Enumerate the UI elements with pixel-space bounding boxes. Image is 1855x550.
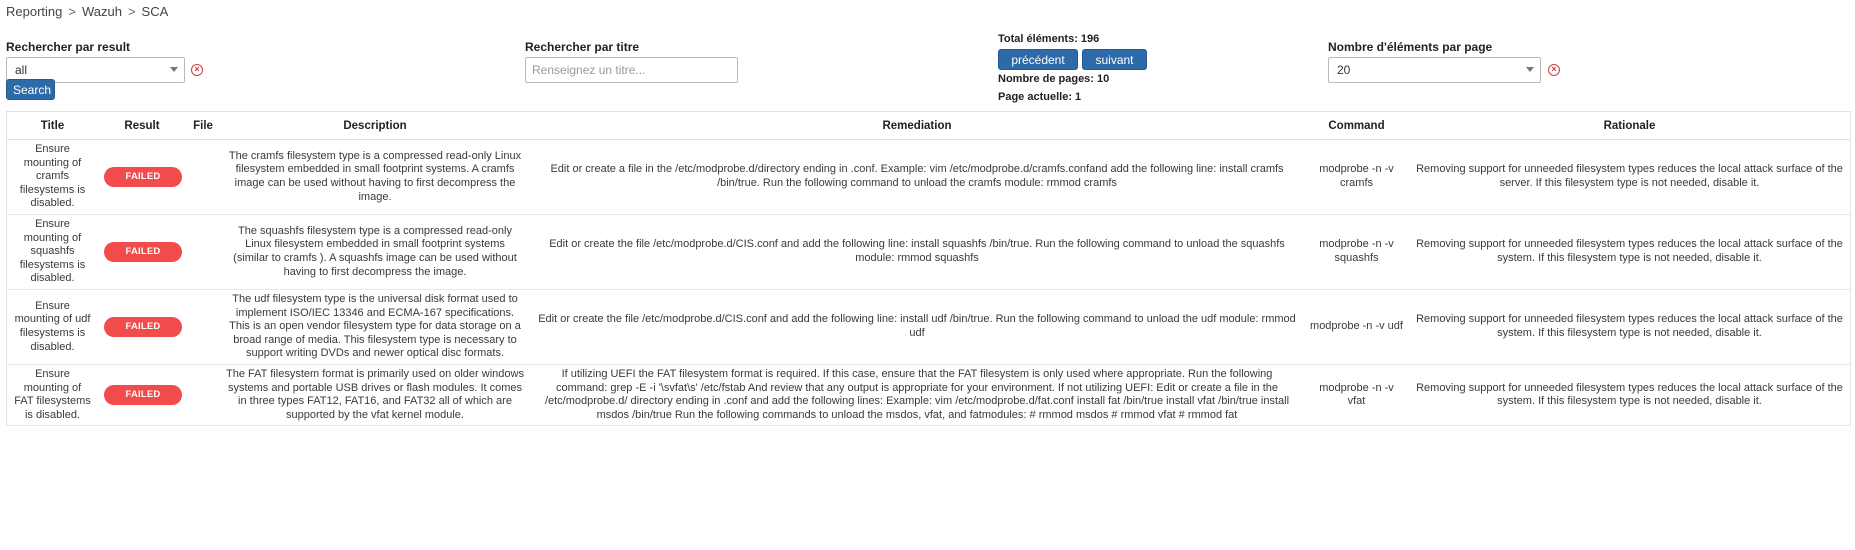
table-header-row: Title Result File Description Remediatio… (7, 112, 1850, 140)
table-row: Ensure mounting of cramfs filesystems is… (7, 139, 1850, 215)
cell-result: FAILED (98, 364, 186, 427)
cell-result: FAILED (98, 139, 186, 215)
cell-rationale: Removing support for unneeded filesystem… (1409, 289, 1850, 365)
breadcrumb-separator: > (127, 4, 136, 19)
previous-page-button[interactable]: précédent (998, 49, 1078, 70)
breadcrumb: Reporting > Wazuh > SCA (6, 4, 168, 19)
cell-remediation: Edit or create a file in the /etc/modpro… (530, 139, 1304, 215)
search-button[interactable]: Search (6, 79, 55, 100)
chevron-down-icon (1526, 67, 1534, 72)
sca-results-table: Title Result File Description Remediatio… (7, 112, 1850, 427)
column-header-file[interactable]: File (186, 112, 220, 140)
cell-rationale: Removing support for unneeded filesystem… (1409, 214, 1850, 290)
cell-description: The cramfs filesystem type is a compress… (220, 139, 530, 215)
total-elements-label: Total éléments: 196 (998, 33, 1100, 45)
column-header-result[interactable]: Result (98, 112, 186, 140)
cell-command: modprobe -n -v cramfs (1304, 139, 1409, 215)
column-header-command[interactable]: Command (1304, 112, 1409, 140)
clear-per-page-icon[interactable]: × (1548, 64, 1560, 76)
breadcrumb-separator: > (68, 4, 76, 19)
status-badge-failed: FAILED (104, 316, 182, 337)
breadcrumb-item-sca: SCA (141, 4, 169, 19)
per-page-label: Nombre d'éléments par page (1328, 40, 1493, 54)
cell-title: Ensure mounting of udf filesystems is di… (7, 289, 98, 365)
cell-command: modprobe -n -v vfat (1304, 364, 1409, 427)
title-search-input[interactable] (525, 57, 738, 83)
cell-rationale: Removing support for unneeded filesystem… (1409, 364, 1850, 427)
per-page-select[interactable]: 20 (1328, 57, 1541, 83)
cell-file (186, 364, 220, 427)
chevron-down-icon (170, 67, 178, 72)
cell-title: Ensure mounting of squashfs filesystems … (7, 214, 98, 290)
clear-result-filter-icon[interactable]: × (191, 64, 203, 76)
next-page-button[interactable]: suivant (1082, 49, 1147, 70)
status-badge-failed: FAILED (104, 166, 182, 187)
column-header-remediation[interactable]: Remediation (530, 112, 1304, 140)
breadcrumb-item-wazuh[interactable]: Wazuh (82, 4, 122, 19)
result-filter-label: Rechercher par result (6, 40, 131, 54)
result-filter-value: all (15, 63, 28, 77)
table-row: Ensure mounting of FAT filesystems is di… (7, 364, 1850, 427)
sca-report-page: Reporting > Wazuh > SCA Rechercher par resul… (0, 0, 1855, 550)
cell-description: The FAT filesystem format is primarily u… (220, 364, 530, 427)
breadcrumb-item-reporting[interactable]: Reporting (6, 4, 62, 19)
column-header-rationale[interactable]: Rationale (1409, 112, 1850, 140)
current-page-label: Page actuelle: 1 (998, 91, 1082, 103)
cell-title: Ensure mounting of cramfs filesystems is… (7, 139, 98, 215)
title-filter-label: Rechercher par titre (525, 40, 640, 54)
per-page-value: 20 (1337, 63, 1351, 77)
column-header-title[interactable]: Title (7, 112, 98, 140)
cell-command: modprobe -n -v squashfs (1304, 214, 1409, 290)
cell-title: Ensure mounting of FAT filesystems is di… (7, 364, 98, 427)
cell-description: The udf filesystem type is the universal… (220, 289, 530, 365)
cell-file (186, 214, 220, 290)
sca-results-table-container: Title Result File Description Remediatio… (6, 111, 1851, 427)
cell-result: FAILED (98, 289, 186, 365)
cell-file (186, 289, 220, 365)
page-count-label: Nombre de pages: 10 (998, 73, 1110, 85)
cell-command: modprobe -n -v udf (1304, 289, 1409, 365)
table-row: Ensure mounting of udf filesystems is di… (7, 289, 1850, 365)
cell-remediation: If utilizing UEFI the FAT filesystem for… (530, 364, 1304, 427)
status-badge-failed: FAILED (104, 241, 182, 262)
column-header-description[interactable]: Description (220, 112, 530, 140)
cell-rationale: Removing support for unneeded filesystem… (1409, 139, 1850, 215)
cell-result: FAILED (98, 214, 186, 290)
cell-file (186, 139, 220, 215)
table-row: Ensure mounting of squashfs filesystems … (7, 214, 1850, 290)
cell-description: The squashfs filesystem type is a compre… (220, 214, 530, 290)
status-badge-failed: FAILED (104, 385, 182, 406)
cell-remediation: Edit or create the file /etc/modprobe.d/… (530, 289, 1304, 365)
cell-remediation: Edit or create the file /etc/modprobe.d/… (530, 214, 1304, 290)
